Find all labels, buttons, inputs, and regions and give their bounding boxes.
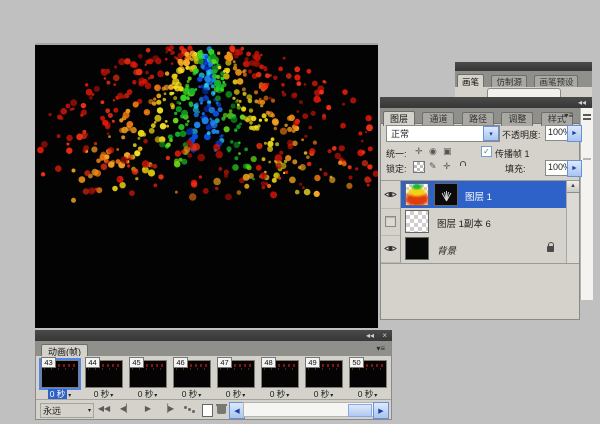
frames-strip: 43 0 秒▾ 44 0 秒▾ 45 0 秒▾ 46 0 秒▾ 47 0 [36, 356, 391, 399]
layer-mask-thumbnail[interactable] [434, 183, 458, 206]
frame-number: 46 [173, 357, 188, 368]
propagate-frame-checkbox[interactable]: ✓ [481, 146, 492, 157]
panel-menu-icon[interactable]: ▾≡ [564, 111, 573, 120]
mini-burst-icon [440, 187, 453, 202]
next-frame-button[interactable]: ▕▶ [158, 402, 178, 416]
unify-label: 统一: [386, 147, 407, 160]
frame-number: 47 [217, 357, 232, 368]
frame-number: 45 [129, 357, 144, 368]
panel-menu-icon[interactable]: ▾≡ [376, 344, 385, 353]
blend-mode-dropdown-icon[interactable]: ▾ [483, 126, 499, 141]
layer-row-layer1[interactable]: 图层 1 [381, 181, 567, 208]
collapse-panel-icon[interactable]: ◂◂ [366, 331, 374, 340]
docked-panel-glyph [583, 114, 591, 116]
frame-50[interactable]: 50 0 秒▾ [347, 357, 388, 398]
frame-46[interactable]: 46 0 秒▾ [171, 357, 212, 398]
rainbow-particle-artwork [35, 45, 378, 328]
brush-panel-titlebar[interactable] [455, 62, 592, 71]
unify-style-icon[interactable]: ▣ [443, 146, 452, 157]
tab-channels[interactable]: 通道 [422, 112, 454, 126]
blend-mode-select[interactable]: 正常 ▾ [386, 125, 500, 142]
tween-button[interactable] [184, 406, 187, 409]
layer-list: 图层 1 图层 1副本 6 背景 [381, 180, 579, 264]
scrollbar-thumb[interactable] [348, 404, 372, 417]
frame-44[interactable]: 44 0 秒▾ [83, 357, 124, 398]
background-lock-icon [547, 246, 554, 252]
visibility-toggle[interactable] [381, 208, 401, 236]
tab-paths[interactable]: 路径 [462, 112, 494, 126]
layer-thumbnail[interactable] [405, 183, 429, 206]
layers-panel-tabs: 图层 通道 路径 调整 样式 ▾≡ [381, 108, 579, 124]
brush-panel-tabs: 画笔 仿制源 画笔预设 [455, 71, 592, 88]
blend-mode-value: 正常 [387, 126, 483, 141]
scroll-right-icon[interactable]: ▶ [373, 402, 389, 419]
layer-name: 图层 1副本 6 [437, 216, 491, 230]
fill-label: 填充: [505, 162, 526, 175]
frame-45[interactable]: 45 0 秒▾ [127, 357, 168, 398]
scroll-up-icon[interactable]: ▲ [567, 181, 579, 193]
visibility-empty-box [385, 216, 396, 227]
layer-thumbnail[interactable] [405, 210, 429, 233]
unify-position-icon[interactable]: ✛ [415, 146, 423, 157]
eye-icon [384, 244, 397, 253]
delete-frame-button[interactable] [217, 406, 226, 414]
opacity-label: 不透明度: [502, 128, 541, 141]
scrollbar-track[interactable] [243, 402, 375, 417]
dropdown-icon: ▾ [88, 407, 91, 414]
previous-frame-button[interactable]: ◀▏ [116, 402, 136, 416]
frame-49[interactable]: 49 0 秒▾ [303, 357, 344, 398]
animation-panel-titlebar[interactable]: ◂◂ × [35, 330, 392, 341]
play-button[interactable]: ▶ [138, 402, 158, 416]
brush-panel-content [455, 87, 592, 97]
document-canvas[interactable] [35, 45, 378, 328]
brush-panel-button[interactable] [487, 88, 561, 97]
frame-number: 49 [305, 357, 320, 368]
visibility-toggle[interactable] [381, 181, 401, 209]
lock-label: 锁定: [386, 162, 407, 175]
propagate-frame-label: 传播帧 1 [495, 147, 530, 160]
docked-panel-glyph [583, 118, 591, 120]
frame-number: 43 [41, 357, 56, 368]
frames-scrollbar[interactable]: ◀ ▶ [229, 402, 389, 417]
frame-number: 48 [261, 357, 276, 368]
tab-layers[interactable]: 图层 [383, 111, 415, 126]
first-frame-button[interactable]: ◀◀ [94, 402, 114, 416]
animation-controls-bar: 永远 ▾ ◀◀ ◀▏ ▶ ▕▶ ◀ ▶ [36, 399, 391, 419]
frame-number: 50 [349, 357, 364, 368]
loop-count-value: 永远 [43, 404, 61, 417]
fill-spinner-icon[interactable]: ► [567, 160, 582, 177]
layer-row-layer1-copy6[interactable]: 图层 1副本 6 [381, 208, 567, 235]
brush-panel-group: 画笔 仿制源 画笔预设 [455, 62, 592, 97]
layers-panel-titlebar[interactable]: ◂◂ [380, 97, 592, 108]
collapse-panel-icon[interactable]: ◂◂ [578, 98, 586, 107]
unify-visibility-icon[interactable]: ◉ [429, 146, 437, 157]
tab-adjustments[interactable]: 调整 [501, 112, 533, 126]
frame-number: 44 [85, 357, 100, 368]
frame-48[interactable]: 48 0 秒▾ [259, 357, 300, 398]
layers-panel: 图层 通道 路径 调整 样式 ▾≡ 正常 ▾ 不透明度: 100% ► 统一: … [380, 108, 580, 320]
new-frame-button[interactable] [202, 404, 213, 417]
docked-panel-glyph [583, 158, 591, 160]
lock-image-icon[interactable]: ✎ [429, 161, 437, 172]
animation-panel: 动画(帧) ▾≡ 43 0 秒▾ 44 0 秒▾ 45 0 秒▾ 46 [35, 341, 392, 420]
lock-transparency-icon[interactable] [413, 161, 425, 173]
layer-name: 图层 1 [465, 189, 492, 203]
layer-list-scrollbar[interactable]: ▲ [566, 181, 579, 263]
opacity-spinner-icon[interactable]: ► [567, 125, 582, 142]
eye-icon [384, 190, 397, 199]
frame-47[interactable]: 47 0 秒▾ [215, 357, 256, 398]
photoshop-workspace: 画笔 仿制源 画笔预设 ◂◂ 图层 通道 路径 调整 样式 ▾≡ 正常 ▾ 不透… [0, 0, 600, 424]
frame-43[interactable]: 43 0 秒▾ [39, 357, 80, 398]
lock-position-icon[interactable]: ✛ [443, 161, 451, 172]
animation-panel-tabs: 动画(帧) ▾≡ [36, 341, 391, 357]
layer-thumbnail[interactable] [405, 237, 429, 260]
layer-row-background[interactable]: 背景 [381, 235, 567, 262]
visibility-toggle[interactable] [381, 235, 401, 263]
loop-count-select[interactable]: 永远 ▾ [40, 403, 94, 418]
layer-name: 背景 [437, 243, 456, 257]
close-panel-icon[interactable]: × [382, 331, 387, 340]
